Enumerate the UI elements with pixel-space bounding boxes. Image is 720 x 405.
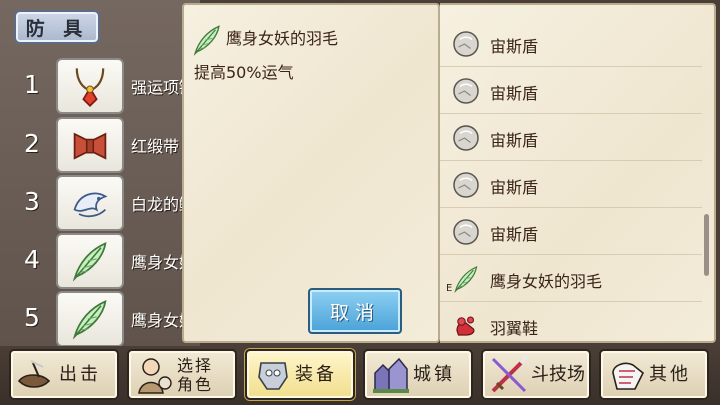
equipment-slot-5[interactable]: 5 鹰身女妖的羽毛 [0, 291, 200, 347]
feather-icon [190, 23, 224, 57]
nav-arena-button[interactable]: 斗技场 [481, 349, 591, 400]
nav-equipment-button[interactable]: 装备 [245, 349, 355, 400]
equipment-slot-1[interactable]: 1 强运项链 [0, 58, 200, 114]
list-item-label: 宙斯盾 [490, 37, 539, 56]
list-item[interactable]: 宙斯盾 [440, 20, 702, 67]
slot-number: 2 [24, 129, 40, 158]
list-item[interactable]: 宙斯盾 [440, 114, 702, 161]
slot-number: 3 [24, 187, 40, 216]
nav-label: 斗技场 [531, 363, 585, 385]
slot-number: 5 [24, 303, 40, 332]
list-item[interactable]: 宙斯盾 [440, 161, 702, 208]
list-item-label: 宙斯盾 [490, 131, 539, 150]
shield-icon [450, 29, 482, 59]
winged-shoes-icon [450, 311, 482, 341]
armor-icon [251, 353, 295, 397]
list-item-label: 羽翼鞋 [490, 319, 539, 338]
castle-icon [369, 353, 413, 397]
nav-other-button[interactable]: 其他 [599, 349, 709, 400]
feather-icon [68, 297, 112, 341]
item-detail-title: 鹰身女妖的羽毛 [226, 29, 339, 48]
nav-label-line-1: 选择 [177, 355, 214, 375]
list-item[interactable]: 宙斯盾 [440, 67, 702, 114]
list-item[interactable]: 宙斯盾 [440, 208, 702, 255]
amulet-icon [68, 64, 112, 108]
inventory-list[interactable]: 宙斯盾 宙斯盾 宙斯盾 宙斯盾 宙斯盾 E 鹰身女妖的羽毛 羽翼鞋 [440, 3, 716, 343]
nav-select-character-button[interactable]: 选择 角色 [127, 349, 237, 400]
list-item-label: 鹰身女妖的羽毛 [490, 272, 603, 291]
slot-number: 1 [24, 70, 40, 99]
slot-icon-frame [56, 175, 124, 231]
cancel-button-label: 取消 [329, 301, 380, 324]
nav-label: 城镇 [413, 363, 455, 385]
nav-label: 其他 [649, 363, 691, 385]
nav-sortie-button[interactable]: 出击 [9, 349, 119, 400]
feather-icon [450, 264, 482, 294]
category-tab-label: 防 具 [25, 17, 89, 40]
slot-icon-frame [56, 58, 124, 114]
scroll-icon [605, 353, 649, 397]
list-item[interactable]: 羽翼鞋 [440, 302, 702, 341]
nav-label: 装备 [295, 363, 337, 385]
list-item-label: 宙斯盾 [490, 84, 539, 103]
list-scrollbar[interactable] [704, 214, 709, 276]
cancel-button[interactable]: 取消 [308, 288, 402, 334]
list-item[interactable]: E 鹰身女妖的羽毛 [440, 255, 702, 302]
equipped-mark: E [446, 283, 453, 294]
equipment-slot-4[interactable]: 4 鹰身女妖的羽毛 [0, 233, 200, 289]
shield-icon [450, 170, 482, 200]
nav-town-button[interactable]: 城镇 [363, 349, 473, 400]
nav-label: 出击 [59, 363, 101, 385]
shield-icon [450, 76, 482, 106]
equipment-slot-2[interactable]: 2 红缎带 [0, 117, 200, 173]
list-item-label: 宙斯盾 [490, 225, 539, 244]
feather-icon [68, 239, 112, 283]
slot-number: 4 [24, 245, 40, 274]
equipment-slot-3[interactable]: 3 白龙的鳞 [0, 175, 200, 231]
nav-label: 选择 角色 [177, 356, 213, 394]
slot-icon-frame [56, 291, 124, 347]
crossed-swords-icon [487, 353, 531, 397]
white-dragon-icon [68, 181, 112, 225]
list-item-label: 宙斯盾 [490, 178, 539, 197]
slot-icon-frame [56, 233, 124, 289]
character-icon [133, 353, 177, 397]
slot-icon-frame [56, 117, 124, 173]
sortie-icon [15, 353, 59, 397]
shield-icon [450, 123, 482, 153]
shield-icon [450, 217, 482, 247]
item-detail-panel: 鹰身女妖的羽毛 提高50%运气 取消 [182, 3, 440, 343]
category-tab-armor[interactable]: 防 具 [14, 10, 100, 44]
red-ribbon-icon [68, 123, 112, 167]
item-detail-description: 提高50%运气 [194, 63, 294, 82]
nav-label-line-2: 角色 [177, 374, 214, 394]
